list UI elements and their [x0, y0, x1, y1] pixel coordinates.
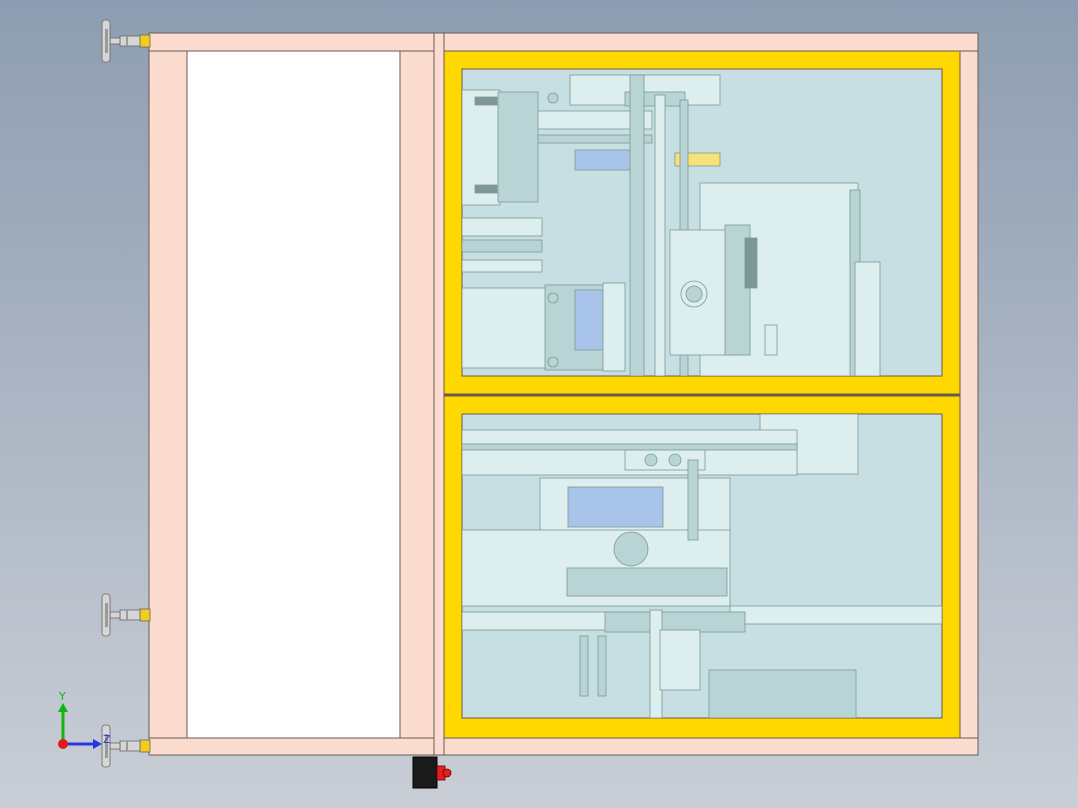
cylinder-body — [462, 287, 548, 369]
cad-viewport[interactable]: Y Z — [0, 0, 1078, 808]
lower-door[interactable] — [443, 395, 961, 739]
base-block — [708, 669, 857, 718]
frame-bottom-rail — [148, 737, 979, 756]
side-panel-blank[interactable] — [186, 50, 401, 739]
upper-door[interactable] — [443, 50, 961, 395]
frame-right-post — [959, 50, 979, 739]
cad-scene[interactable]: Y Z — [0, 0, 1078, 808]
frame-top-rail — [148, 32, 979, 52]
frame-left-post — [148, 50, 188, 739]
frame-mid-post — [399, 50, 435, 739]
frame-divider-post — [433, 32, 445, 756]
axis-z-label: Z — [103, 733, 111, 746]
axis-y-label: Y — [58, 690, 66, 703]
